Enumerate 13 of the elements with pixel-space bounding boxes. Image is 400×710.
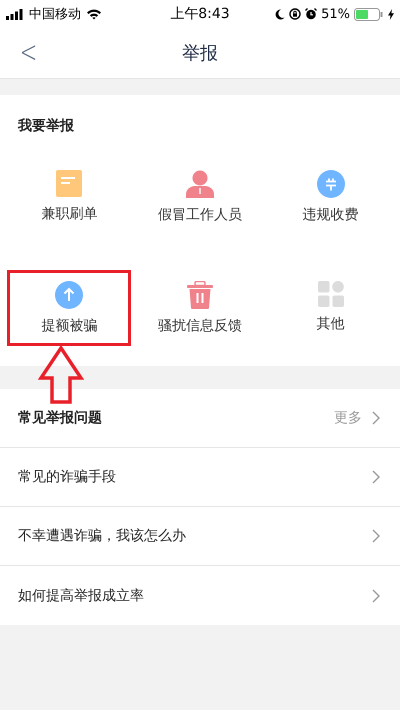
report-option[interactable]: 违规收费 <box>268 159 393 235</box>
section-heading: 我要举报 <box>18 117 75 135</box>
status-time: 上午8:43 <box>170 5 230 23</box>
report-option[interactable]: 其他 <box>268 270 393 346</box>
report-option[interactable]: 假冒工作人员 <box>138 159 262 235</box>
page-title: 举报 <box>182 42 218 65</box>
battery-percent: 51% <box>321 6 350 22</box>
report-option[interactable]: 提额被骗 <box>7 270 132 346</box>
carrier-name: 中国移动 <box>29 6 81 23</box>
faq-heading: 常见举报问题 <box>18 409 103 427</box>
report-option[interactable]: 兼职刷单 <box>7 159 132 235</box>
back-button[interactable]: < <box>20 36 38 70</box>
report-option[interactable]: 骚扰信息反馈 <box>138 270 262 346</box>
